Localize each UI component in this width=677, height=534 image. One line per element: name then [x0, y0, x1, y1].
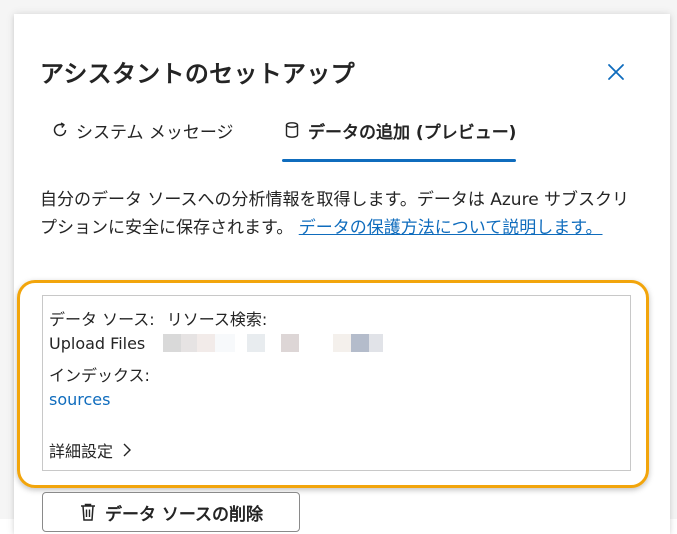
tab-system-message[interactable]: システム メッセージ	[50, 118, 234, 162]
description: 自分のデータ ソースへの分析情報を取得します。データは Azure サブスクリプ…	[40, 186, 630, 242]
dialog-title: アシスタントのセットアップ	[40, 60, 355, 88]
advanced-settings-label: 詳細設定	[49, 442, 114, 461]
tab-system-message-label: システム メッセージ	[76, 123, 234, 143]
data-source-row: データ ソース: リソース検索:	[49, 306, 267, 330]
redacted-value	[163, 334, 393, 352]
database-icon	[282, 118, 302, 142]
upload-files-label: Upload Files	[49, 334, 146, 353]
refresh-icon	[50, 118, 70, 142]
resource-search-label: リソース検索:	[166, 310, 268, 329]
close-button[interactable]	[604, 60, 628, 84]
tab-add-data[interactable]: データの追加 (プレビュー)	[282, 118, 517, 162]
index-value-link[interactable]: sources	[49, 390, 110, 409]
tab-add-data-label: データの追加 (プレビュー)	[308, 123, 517, 143]
trash-icon	[80, 503, 95, 521]
index-label: インデックス:	[49, 366, 150, 385]
delete-data-source-button[interactable]: データ ソースの削除	[42, 492, 300, 532]
delete-data-source-label: データ ソースの削除	[104, 504, 264, 525]
chevron-right-icon	[123, 443, 132, 457]
data-protection-link[interactable]: データの保護方法について説明します。	[299, 218, 603, 238]
advanced-settings-toggle[interactable]: 詳細設定	[49, 438, 133, 462]
close-icon	[608, 64, 624, 80]
data-source-label: データ ソース:	[49, 310, 155, 329]
active-tab-indicator	[282, 159, 517, 162]
